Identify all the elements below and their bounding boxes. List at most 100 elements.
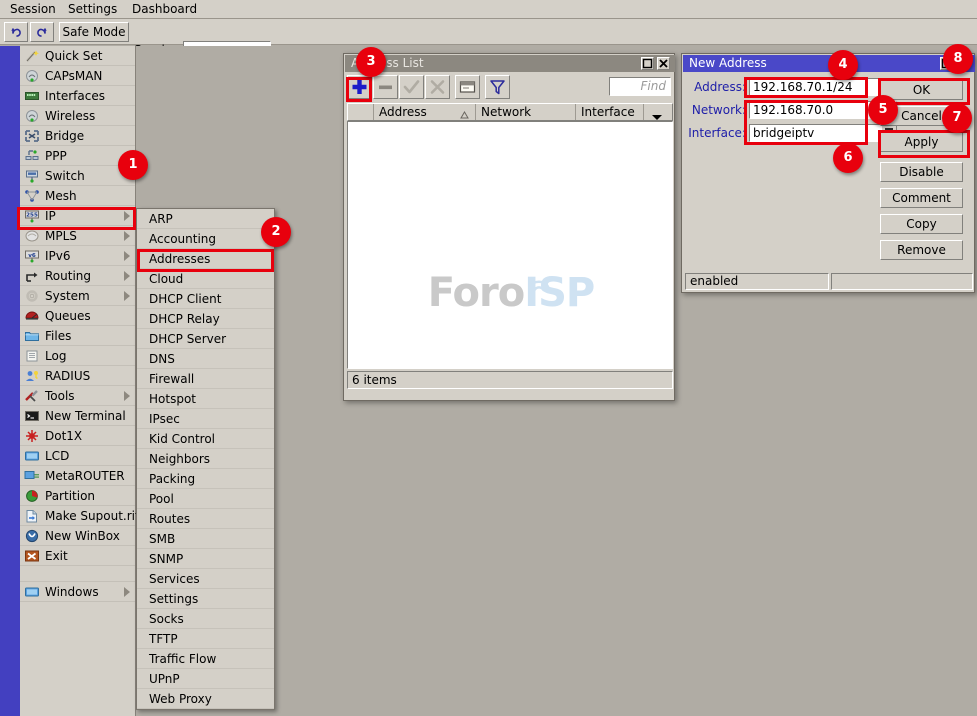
ip-submenu-item-tftp[interactable]: TFTP — [137, 629, 274, 649]
column-header-network[interactable]: Network — [476, 104, 576, 120]
sidebar-item-new-winbox[interactable]: New WinBox — [20, 526, 135, 546]
ip-submenu-item-dns[interactable]: DNS — [137, 349, 274, 369]
find-input[interactable]: Find — [609, 77, 671, 96]
enable-button[interactable] — [399, 75, 424, 99]
ip-submenu-item-arp[interactable]: ARP — [137, 209, 274, 229]
column-chooser-button[interactable] — [644, 104, 672, 120]
column-header-flag[interactable] — [348, 104, 374, 120]
column-header-interface[interactable]: Interface — [576, 104, 644, 120]
redo-button[interactable] — [30, 22, 54, 42]
interfaces-icon — [24, 89, 40, 103]
sidebar-item-radius[interactable]: RADIUS — [20, 366, 135, 386]
ip-submenu-item-traffic-flow[interactable]: Traffic Flow — [137, 649, 274, 669]
ip-submenu-item-cloud[interactable]: Cloud — [137, 269, 274, 289]
comment-button[interactable]: Comment — [880, 188, 963, 208]
apply-button[interactable]: Apply — [880, 132, 963, 152]
ip-submenu-item-pool[interactable]: Pool — [137, 489, 274, 509]
ip-submenu-item-label: Socks — [149, 612, 184, 626]
remove-button[interactable] — [373, 75, 398, 99]
badge-number: 6 — [843, 150, 852, 165]
ppp-icon — [24, 149, 40, 163]
ip-submenu-item-hotspot[interactable]: Hotspot — [137, 389, 274, 409]
annotation-badge-7: 7 — [942, 103, 972, 133]
sidebar-item-dot1x[interactable]: Dot1X — [20, 426, 135, 446]
ip-submenu-item-label: ARP — [149, 212, 173, 226]
ipv6-icon: v6 — [24, 249, 40, 263]
maximize-icon[interactable] — [641, 57, 654, 70]
undo-button[interactable] — [4, 22, 28, 42]
filter-button[interactable] — [485, 75, 510, 99]
menu-settings[interactable]: Settings — [62, 2, 123, 17]
remove-button[interactable]: Remove — [880, 240, 963, 260]
badge-number: 3 — [366, 54, 375, 69]
ip-submenu-item-smb[interactable]: SMB — [137, 529, 274, 549]
ip-submenu-item-web-proxy[interactable]: Web Proxy — [137, 689, 274, 709]
ip-submenu-item-neighbors[interactable]: Neighbors — [137, 449, 274, 469]
new-address-dialog: New Address Address: 192.168.70.1/24 Net… — [681, 53, 975, 293]
sidebar-item-mpls[interactable]: MPLS — [20, 226, 135, 246]
close-icon[interactable] — [657, 57, 670, 70]
sidebar-item-ip[interactable]: 255IP — [20, 206, 135, 226]
ip-submenu-item-firewall[interactable]: Firewall — [137, 369, 274, 389]
add-button[interactable] — [347, 75, 372, 99]
sidebar-item-files[interactable]: Files — [20, 326, 135, 346]
safe-mode-button[interactable]: Safe Mode — [59, 22, 129, 42]
terminal-icon — [24, 409, 40, 423]
sidebar-item-make-supout-rif[interactable]: Make Supout.rif — [20, 506, 135, 526]
column-header-address[interactable]: Address — [374, 104, 476, 120]
address-list-rows[interactable]: Foro ISP — [347, 121, 673, 369]
sidebar-item-partition[interactable]: Partition — [20, 486, 135, 506]
ok-button[interactable]: OK — [880, 80, 963, 100]
comment-button[interactable] — [455, 75, 480, 99]
ip-submenu-item-accounting[interactable]: Accounting — [137, 229, 274, 249]
ip-submenu-item-label: Services — [149, 572, 200, 586]
sidebar-item-windows[interactable]: Windows — [20, 582, 135, 602]
address-input[interactable]: 192.168.70.1/24 — [749, 78, 897, 96]
sidebar-item-exit[interactable]: Exit — [20, 546, 135, 566]
sidebar-item-capsman[interactable]: CAPsMAN — [20, 66, 135, 86]
ip-submenu-item-label: SNMP — [149, 552, 183, 566]
sidebar-item-log[interactable]: Log — [20, 346, 135, 366]
ip-submenu-item-settings[interactable]: Settings — [137, 589, 274, 609]
ip-submenu-item-ipsec[interactable]: IPsec — [137, 409, 274, 429]
sidebar-item-queues[interactable]: Queues — [20, 306, 135, 326]
network-input[interactable]: 192.168.70.0 — [749, 101, 881, 119]
menu-dashboard[interactable]: Dashboard — [126, 2, 203, 17]
ip-submenu-item-snmp[interactable]: SNMP — [137, 549, 274, 569]
ip-submenu-item-upnp[interactable]: UPnP — [137, 669, 274, 689]
interface-input[interactable]: bridgeiptv — [749, 124, 881, 142]
sidebar-item-interfaces[interactable]: Interfaces — [20, 86, 135, 106]
address-list-titlebar[interactable]: Address List — [345, 55, 675, 72]
ip-submenu-item-routes[interactable]: Routes — [137, 509, 274, 529]
ip-submenu-item-label: UPnP — [149, 672, 180, 686]
ip-submenu-item-packing[interactable]: Packing — [137, 469, 274, 489]
ip-submenu-item-socks[interactable]: Socks — [137, 609, 274, 629]
sidebar-item-label: Wireless — [45, 109, 95, 123]
sidebar-item-wireless[interactable]: Wireless — [20, 106, 135, 126]
disable-button[interactable]: Disable — [880, 162, 963, 182]
ip-submenu-item-kid-control[interactable]: Kid Control — [137, 429, 274, 449]
ip-submenu-item-dhcp-relay[interactable]: DHCP Relay — [137, 309, 274, 329]
ip-submenu-item-dhcp-server[interactable]: DHCP Server — [137, 329, 274, 349]
address-list-status: 6 items — [347, 371, 673, 389]
svg-text:v6: v6 — [28, 253, 36, 259]
sidebar-item-routing[interactable]: Routing — [20, 266, 135, 286]
status-enabled: enabled — [685, 273, 829, 290]
sidebar-item-tools[interactable]: Tools — [20, 386, 135, 406]
sidebar-item-lcd[interactable]: LCD — [20, 446, 135, 466]
copy-button[interactable]: Copy — [880, 214, 963, 234]
sidebar-item-mesh[interactable]: Mesh — [20, 186, 135, 206]
ip-submenu-item-dhcp-client[interactable]: DHCP Client — [137, 289, 274, 309]
ip-submenu-item-services[interactable]: Services — [137, 569, 274, 589]
sidebar-item-system[interactable]: System — [20, 286, 135, 306]
sidebar-item-new-terminal[interactable]: New Terminal — [20, 406, 135, 426]
ip-submenu-item-addresses[interactable]: Addresses — [137, 249, 274, 269]
sidebar-item-label: CAPsMAN — [45, 69, 102, 83]
disable-button[interactable] — [425, 75, 450, 99]
sidebar-item-bridge[interactable]: Bridge — [20, 126, 135, 146]
lcd-icon — [24, 449, 40, 463]
menu-session[interactable]: Session — [4, 2, 62, 17]
sidebar-item-ipv6[interactable]: v6IPv6 — [20, 246, 135, 266]
sidebar-item-quick-set[interactable]: Quick Set — [20, 46, 135, 66]
sidebar-item-metarouter[interactable]: MetaROUTER — [20, 466, 135, 486]
